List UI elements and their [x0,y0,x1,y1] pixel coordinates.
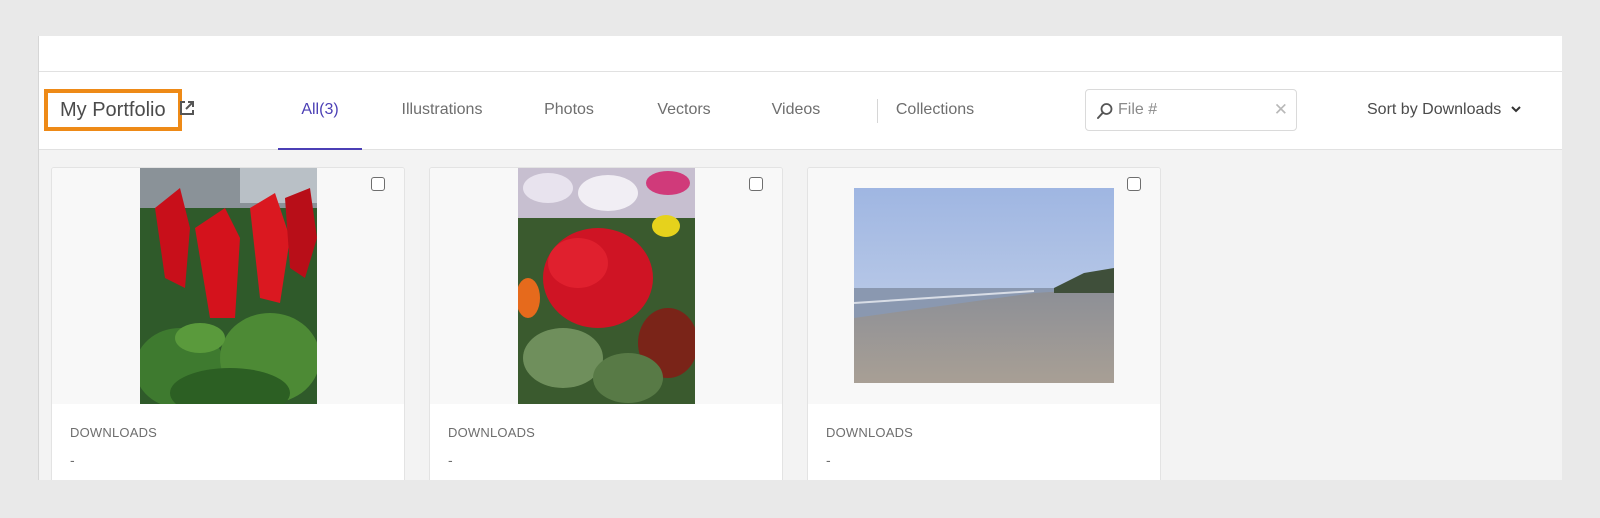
select-checkbox[interactable] [749,177,763,191]
asset-thumbnail[interactable] [516,168,698,404]
chevron-down-icon [1510,72,1522,148]
downloads-value: - [826,452,831,468]
select-checkbox[interactable] [1127,177,1141,191]
portfolio-title[interactable]: My Portfolio [44,89,182,131]
top-bar [39,36,1562,72]
tab-vectors[interactable]: Vectors [652,72,716,150]
thumbnail-area [430,168,782,404]
downloads-value: - [70,452,75,468]
clear-icon[interactable]: ✕ [1274,100,1288,120]
tab-divider [877,99,878,123]
asset-thumbnail[interactable] [135,168,320,418]
downloads-label: DOWNLOADS [70,425,158,440]
thumbnail-area [808,168,1160,404]
search-box[interactable]: ✕ [1085,89,1297,131]
downloads-value: - [448,452,453,468]
tab-photos[interactable]: Photos [537,72,601,150]
tab-collections[interactable]: Collections [892,72,978,150]
tab-videos[interactable]: Videos [768,72,824,150]
select-checkbox[interactable] [371,177,385,191]
search-input[interactable] [1118,98,1268,122]
search-icon [1096,102,1114,120]
asset-card[interactable]: DOWNLOADS - [51,167,405,480]
portfolio-panel: My Portfolio All(3) Illustrations Photos… [38,36,1562,480]
downloads-label: DOWNLOADS [448,425,536,440]
asset-thumbnail[interactable] [853,188,1114,383]
downloads-label: DOWNLOADS [826,425,914,440]
external-link-icon[interactable] [178,99,196,117]
sort-dropdown[interactable]: Sort by Downloads [1367,72,1522,150]
asset-card[interactable]: DOWNLOADS - [429,167,783,480]
thumbnail-area [52,168,404,418]
asset-card[interactable]: DOWNLOADS - [807,167,1161,480]
tab-illustrations[interactable]: Illustrations [397,72,487,150]
tab-all[interactable]: All(3) [278,72,362,150]
portfolio-header: My Portfolio All(3) Illustrations Photos… [39,72,1562,150]
sort-label: Sort by Downloads [1367,101,1502,119]
